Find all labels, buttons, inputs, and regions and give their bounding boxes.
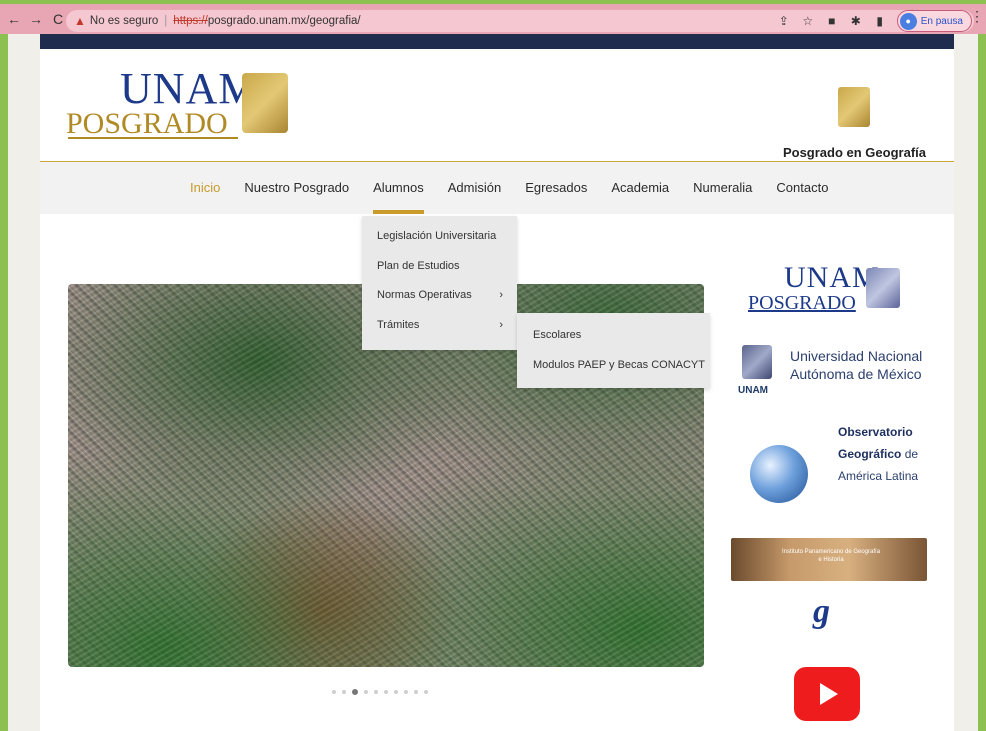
nav-nuestro-posgrado[interactable]: Nuestro Posgrado	[244, 162, 349, 214]
puzzle-icon[interactable]: ✱	[849, 14, 863, 28]
bookmark-star-icon[interactable]: ☆	[801, 14, 815, 28]
unam-name-line-1: Universidad Nacional	[790, 348, 923, 364]
obs-line-3: América Latina	[838, 469, 919, 483]
slider-dot[interactable]	[414, 690, 418, 694]
ipgh-banner[interactable]: Instituto Panamericano de Geografía e Hi…	[731, 538, 927, 581]
top-bar	[40, 34, 954, 49]
menu-item-modulos-paep[interactable]: Modulos PAEP y Becas CONACYT	[517, 350, 710, 380]
menu-item-label: Normas Operativas	[377, 289, 472, 301]
obs-line-2b: de	[901, 447, 919, 461]
unam-seal-icon	[742, 345, 772, 379]
obs-line-1: Observatorio	[838, 425, 913, 439]
sidepanel-icon[interactable]: ▮	[873, 14, 887, 28]
menu-item-label: Legislación Universitaria	[377, 230, 497, 242]
nav-admision[interactable]: Admisión	[448, 162, 501, 214]
menu-item-label: Trámites	[377, 318, 420, 331]
avatar: ●	[899, 12, 917, 30]
youtube-icon[interactable]	[794, 667, 860, 721]
slider-dot[interactable]	[364, 690, 368, 694]
slider-dot[interactable]	[424, 690, 428, 694]
slider-dot[interactable]	[394, 690, 398, 694]
menu-item-legislacion[interactable]: Legislación Universitaria	[362, 222, 517, 252]
nav-inicio[interactable]: Inicio	[190, 162, 220, 214]
obs-line-2: Geográfico	[838, 447, 902, 461]
globe-icon	[750, 445, 808, 503]
forward-icon[interactable]: →	[28, 11, 44, 27]
extension-icon[interactable]: ■	[825, 14, 839, 28]
slider-dots	[332, 689, 428, 695]
menu-item-normas-operativas[interactable]: Normas Operativas ›	[362, 281, 517, 311]
profile-status: En pausa	[920, 15, 963, 27]
share-icon[interactable]: ⇪	[777, 14, 791, 28]
toolbar-actions: ⇪ ☆ ■ ✱ ▮ ● En pausa	[777, 10, 972, 32]
unam-name: Universidad Nacional Autónoma de México	[790, 347, 922, 383]
decorative-border-left	[8, 34, 40, 731]
nav-egresados[interactable]: Egresados	[525, 162, 587, 214]
slider-dot-active[interactable]	[352, 689, 358, 695]
g-logo-icon[interactable]: g	[813, 593, 830, 631]
menu-kebab-icon[interactable]: ⋮	[970, 8, 984, 25]
nav-contacto[interactable]: Contacto	[776, 162, 828, 214]
posgrado-logo[interactable]: UNAM POSGRADO	[66, 64, 259, 140]
reload-icon[interactable]: C	[50, 11, 66, 27]
main-navigation: Inicio Nuestro Posgrado Alumnos Admisión…	[40, 162, 954, 214]
unam-seal-icon	[866, 268, 900, 308]
unam-seal-icon	[242, 73, 288, 133]
chevron-right-icon: ›	[499, 318, 503, 331]
menu-item-label: Escolares	[533, 329, 582, 341]
slider-dot[interactable]	[332, 690, 336, 694]
menu-item-escolares[interactable]: Escolares	[517, 320, 710, 350]
browser-toolbar: ← → C ▲ No es seguro | https:// posgrado…	[0, 0, 986, 34]
url-host: posgrado.unam.mx/geografia/	[207, 15, 361, 27]
nav-alumnos[interactable]: Alumnos	[373, 162, 424, 214]
chevron-right-icon: ›	[499, 289, 503, 301]
separator: |	[164, 15, 168, 27]
menu-item-label: Plan de Estudios	[377, 259, 460, 272]
slider-dot[interactable]	[342, 690, 346, 694]
tramites-submenu: Escolares Modulos PAEP y Becas CONACYT	[517, 313, 710, 388]
posgrado-link[interactable]: UNAM POSGRADO	[748, 263, 900, 316]
observatorio-text: Observatorio Geográfico de América Latin…	[838, 421, 918, 487]
logo-underline	[68, 137, 238, 139]
page-title: Posgrado en Geografía	[782, 145, 926, 160]
unam-seal-small-icon	[838, 87, 870, 127]
slider-dot[interactable]	[374, 690, 378, 694]
nav-numeralia[interactable]: Numeralia	[693, 162, 752, 214]
security-label: No es seguro	[89, 15, 159, 27]
back-icon[interactable]: ←	[6, 11, 22, 27]
warning-icon: ▲	[74, 14, 86, 28]
unam-abbr: UNAM	[738, 385, 768, 396]
site-header: UNAM POSGRADO Posgrado en Geografía	[40, 49, 954, 162]
menu-item-plan-estudios[interactable]: Plan de Estudios	[362, 252, 517, 282]
slider-dot[interactable]	[404, 690, 408, 694]
ipgh-text: Instituto Panamericano de Geografía e Hi…	[781, 549, 881, 563]
menu-item-label: Modulos PAEP y Becas CONACYT	[533, 359, 705, 371]
unam-link[interactable]: UNAM Universidad Nacional Autónoma de Mé…	[738, 341, 934, 401]
logo-bottom-text: POSGRADO	[66, 107, 228, 140]
logo-top-text: UNAM	[120, 64, 259, 113]
menu-item-tramites[interactable]: Trámites ›	[362, 311, 517, 341]
nav-academia[interactable]: Academia	[611, 162, 669, 214]
observatorio-link[interactable]: Observatorio Geográfico de América Latin…	[738, 419, 934, 503]
unam-name-line-2: Autónoma de México	[790, 366, 922, 382]
alumnos-dropdown: Legislación Universitaria Plan de Estudi…	[362, 216, 517, 350]
slider-dot[interactable]	[384, 690, 388, 694]
web-page: UNAM POSGRADO Posgrado en Geografía Inic…	[40, 34, 954, 731]
profile-button[interactable]: ● En pausa	[896, 10, 972, 32]
url-protocol: https://	[173, 15, 208, 27]
